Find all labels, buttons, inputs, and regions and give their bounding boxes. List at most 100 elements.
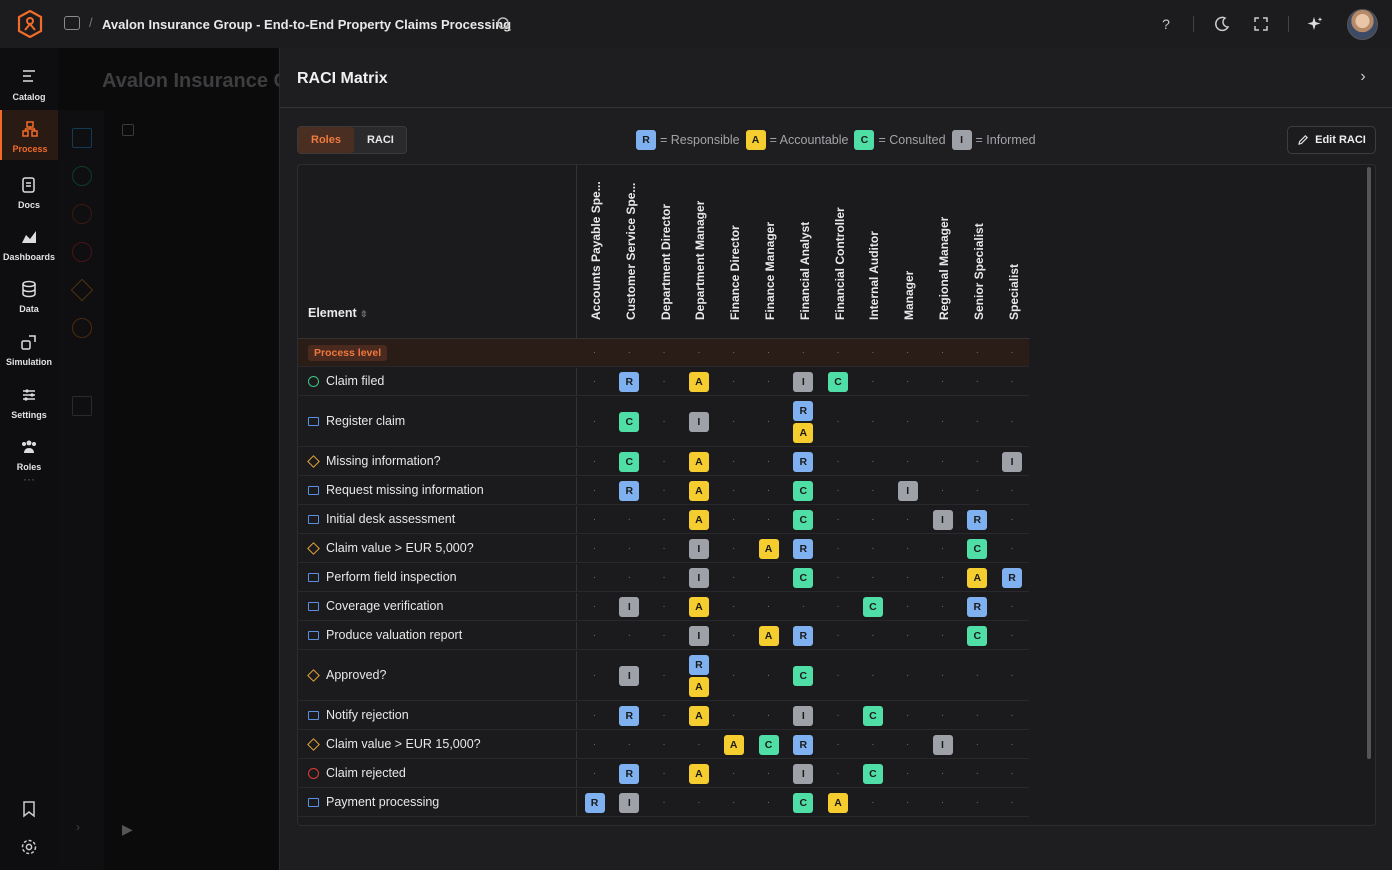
raci-cell[interactable]: · bbox=[577, 535, 612, 563]
raci-badge-i[interactable]: I bbox=[897, 481, 918, 501]
raci-cell[interactable]: R bbox=[960, 593, 995, 621]
raci-cell[interactable]: · bbox=[960, 760, 995, 788]
raci-cell[interactable]: · bbox=[890, 397, 925, 447]
raci-cell[interactable]: · bbox=[647, 535, 682, 563]
raci-cell[interactable]: I bbox=[681, 397, 716, 447]
gear-icon[interactable] bbox=[20, 838, 38, 856]
raci-cell[interactable]: A bbox=[716, 731, 751, 759]
raci-badge-a[interactable]: A bbox=[828, 793, 849, 813]
raci-badge-c[interactable]: C bbox=[758, 735, 779, 755]
raci-cell[interactable]: · bbox=[995, 789, 1030, 817]
raci-cell[interactable]: · bbox=[577, 368, 612, 396]
raci-badge-c[interactable]: C bbox=[619, 452, 640, 472]
raci-badge-a[interactable]: A bbox=[967, 568, 988, 588]
end-event-icon[interactable] bbox=[72, 242, 92, 262]
raci-cell[interactable]: · bbox=[786, 593, 821, 621]
raci-cell[interactable]: · bbox=[855, 651, 890, 701]
raci-cell[interactable]: A bbox=[681, 477, 716, 505]
raci-cell[interactable]: I bbox=[890, 477, 925, 505]
raci-badge-i[interactable]: I bbox=[793, 372, 814, 392]
moon-icon[interactable] bbox=[1213, 15, 1231, 33]
raci-cell[interactable]: A bbox=[821, 789, 856, 817]
raci-cell[interactable]: · bbox=[751, 564, 786, 592]
raci-cell[interactable]: · bbox=[890, 506, 925, 534]
role-column-header[interactable]: Specialist bbox=[994, 165, 1030, 339]
raci-badge-c[interactable]: C bbox=[967, 539, 988, 559]
raci-cell[interactable]: · bbox=[577, 506, 612, 534]
raci-cell[interactable]: · bbox=[577, 622, 612, 650]
raci-badge-i[interactable]: I bbox=[688, 626, 709, 646]
raci-cell[interactable]: C bbox=[751, 731, 786, 759]
raci-cell[interactable]: · bbox=[925, 448, 960, 476]
raci-badge-i[interactable]: I bbox=[688, 539, 709, 559]
raci-badge-c[interactable]: C bbox=[828, 372, 849, 392]
element-name[interactable]: Produce valuation report bbox=[308, 628, 462, 642]
element-name[interactable]: Payment processing bbox=[308, 795, 439, 809]
raci-cell[interactable]: · bbox=[890, 339, 925, 367]
raci-badge-a[interactable]: A bbox=[758, 539, 779, 559]
raci-cell[interactable]: · bbox=[751, 702, 786, 730]
raci-cell[interactable]: A bbox=[681, 506, 716, 534]
raci-cell[interactable]: · bbox=[890, 622, 925, 650]
raci-badge-i[interactable]: I bbox=[793, 764, 814, 784]
raci-cell[interactable]: · bbox=[890, 448, 925, 476]
sidebar-item-docs[interactable]: Docs bbox=[0, 166, 58, 216]
intermediate-event-icon[interactable] bbox=[72, 204, 92, 224]
sidebar-item-catalog[interactable]: Catalog bbox=[0, 58, 58, 108]
raci-cell[interactable]: · bbox=[855, 564, 890, 592]
element-name[interactable]: Perform field inspection bbox=[308, 570, 457, 584]
raci-cell[interactable]: · bbox=[995, 702, 1030, 730]
raci-cell[interactable]: A bbox=[681, 368, 716, 396]
raci-cell[interactable]: · bbox=[716, 789, 751, 817]
sidebar-item-process[interactable]: Process bbox=[0, 110, 58, 160]
role-column-header[interactable]: Finance Director bbox=[716, 165, 752, 339]
raci-cell[interactable]: · bbox=[890, 368, 925, 396]
raci-cell[interactable]: · bbox=[751, 506, 786, 534]
raci-cell[interactable]: · bbox=[821, 506, 856, 534]
raci-cell[interactable]: C bbox=[786, 789, 821, 817]
raci-cell[interactable]: R bbox=[960, 506, 995, 534]
raci-cell[interactable]: · bbox=[577, 593, 612, 621]
raci-cell[interactable]: R bbox=[612, 368, 647, 396]
raci-cell[interactable]: · bbox=[925, 789, 960, 817]
search-icon[interactable] bbox=[496, 16, 512, 32]
raci-cell[interactable]: · bbox=[716, 448, 751, 476]
raci-badge-a[interactable]: A bbox=[688, 677, 709, 697]
raci-cell[interactable]: · bbox=[821, 448, 856, 476]
raci-cell[interactable]: · bbox=[751, 651, 786, 701]
raci-cell[interactable]: · bbox=[647, 789, 682, 817]
logo-icon[interactable] bbox=[17, 10, 43, 38]
raci-cell[interactable]: · bbox=[821, 535, 856, 563]
element-name[interactable]: Missing information? bbox=[307, 454, 441, 468]
raci-badge-c[interactable]: C bbox=[793, 510, 814, 530]
raci-badge-i[interactable]: I bbox=[1002, 452, 1023, 472]
raci-cell[interactable]: · bbox=[577, 731, 612, 759]
raci-cell[interactable]: C bbox=[786, 564, 821, 592]
sidebar-item-dashboards[interactable]: Dashboards bbox=[0, 218, 58, 268]
raci-cell[interactable]: · bbox=[647, 593, 682, 621]
raci-badge-i[interactable]: I bbox=[793, 706, 814, 726]
sidebar-item-simulation[interactable]: Simulation bbox=[0, 323, 58, 373]
raci-cell[interactable]: · bbox=[577, 651, 612, 701]
raci-cell[interactable]: · bbox=[855, 731, 890, 759]
raci-cell[interactable]: · bbox=[821, 339, 856, 367]
raci-cell[interactable]: R bbox=[612, 477, 647, 505]
expand-icon[interactable] bbox=[1252, 15, 1270, 33]
raci-cell[interactable]: A bbox=[681, 702, 716, 730]
raci-cell[interactable]: · bbox=[716, 622, 751, 650]
raci-cell[interactable]: · bbox=[995, 477, 1030, 505]
raci-cell[interactable]: · bbox=[925, 593, 960, 621]
raci-cell[interactable]: I bbox=[612, 593, 647, 621]
raci-cell[interactable]: · bbox=[577, 564, 612, 592]
raci-cell[interactable]: R bbox=[612, 760, 647, 788]
role-column-header[interactable]: Accounts Payable Spe... bbox=[577, 165, 612, 339]
raci-badge-a[interactable]: A bbox=[723, 735, 744, 755]
scrollbar[interactable] bbox=[1367, 167, 1371, 759]
raci-cell[interactable]: I bbox=[925, 731, 960, 759]
element-name[interactable]: Coverage verification bbox=[308, 599, 443, 613]
raci-cell[interactable]: · bbox=[786, 339, 821, 367]
raci-cell[interactable]: · bbox=[855, 448, 890, 476]
raci-cell[interactable]: RA bbox=[681, 651, 716, 701]
raci-cell[interactable]: · bbox=[577, 448, 612, 476]
raci-cell[interactable]: · bbox=[647, 448, 682, 476]
